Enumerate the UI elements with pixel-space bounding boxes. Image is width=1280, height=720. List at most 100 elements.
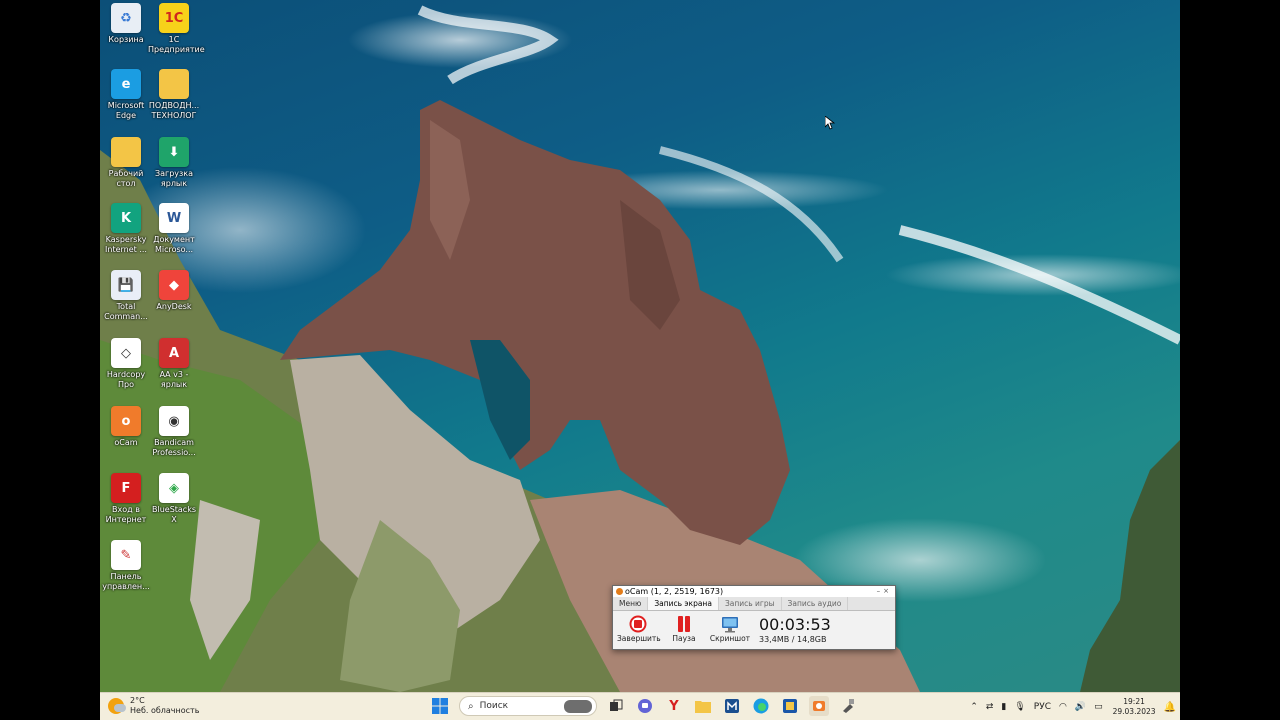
tray-app-icon[interactable]: ⇄: [986, 702, 994, 712]
clock-date: 29.03.2023: [1112, 707, 1156, 716]
screenshot-button[interactable]: Скриншот: [709, 614, 751, 644]
control-panel-icon: ✎: [111, 540, 141, 570]
bluestacks-icon: ◈: [159, 473, 189, 503]
total-commander-icon: 💾: [111, 270, 141, 300]
folder-desktop-icon: [111, 137, 141, 167]
microphone-icon[interactable]: 🎙: [1014, 702, 1025, 712]
desktop-icon-label: Корзина: [108, 35, 144, 44]
recycle-bin-shortcut[interactable]: ♻ Корзина: [100, 3, 152, 45]
taskbar-search[interactable]: ⌕ Поиск: [459, 696, 597, 716]
tray-monitor-icon[interactable]: ▮: [1001, 702, 1006, 712]
control-panel-shortcut[interactable]: ✎ Панель управлен...: [100, 540, 152, 592]
letterbox-left: [0, 0, 100, 720]
ocam-tab-bar: Меню Запись экрана Запись игры Запись ау…: [613, 597, 895, 611]
file-explorer-icon[interactable]: [693, 696, 713, 716]
taskbar: 2°C Неб. облачность ⌕ Поиск Y ⌃ ⇄ ▮ 🎙 РУ…: [100, 692, 1180, 720]
search-placeholder: Поиск: [479, 701, 509, 711]
stop-button[interactable]: Завершить: [617, 614, 661, 644]
system-tray: ⌃ ⇄ ▮ 🎙 РУС ◠ 🔊 ▭ 19:21 29.03.2023 🔔: [962, 693, 1176, 720]
volume-icon[interactable]: 🔊: [1075, 702, 1086, 712]
desktop-icon-label: Рабочий стол: [108, 169, 144, 188]
recycle-bin-icon: ♻: [111, 3, 141, 33]
desktop-icon-label: AnyDesk: [156, 302, 192, 311]
window-controls[interactable]: –×: [877, 586, 892, 597]
word-document-icon: W: [159, 203, 189, 233]
media-app-icon[interactable]: [722, 696, 742, 716]
store-icon[interactable]: [780, 696, 800, 716]
pause-label: Пауза: [672, 634, 696, 643]
hardcopy-icon: ◇: [111, 338, 141, 368]
hardcopy-shortcut[interactable]: ◇ Hardcopy Про: [100, 338, 152, 390]
folder-podvodn-shortcut[interactable]: ПОДВОДН... ТЕХНОЛОГ: [148, 69, 200, 121]
ocam-titlebar[interactable]: oCam (1, 2, 2519, 1673) –×: [613, 586, 895, 597]
bandicam-shortcut[interactable]: ◉ Bandicam Professio...: [148, 406, 200, 458]
download-shortcut-icon: ⬇: [159, 137, 189, 167]
desktop-icon-label: Total Comman...: [104, 302, 148, 321]
monitor-icon: [720, 614, 740, 634]
1c-enterprise-icon: 1С: [159, 3, 189, 33]
kaspersky-shortcut[interactable]: K Kaspersky Internet ...: [100, 203, 152, 255]
battery-icon[interactable]: ▭: [1094, 702, 1103, 712]
desktop-icon-label: oCam: [114, 438, 138, 447]
download-shortcut-shortcut[interactable]: ⬇ Загрузка ярлык: [148, 137, 200, 189]
tab-game-record[interactable]: Запись игры: [719, 597, 782, 610]
desktop-icon-label: Microsoft Edge: [107, 101, 145, 120]
microsoft-edge-icon: e: [111, 69, 141, 99]
weather-widget[interactable]: 2°C Неб. облачность: [108, 696, 199, 716]
stop-record-icon: [628, 614, 648, 634]
desktop-icon-label: Вход в Интернет: [105, 505, 147, 524]
tool-app-icon[interactable]: [838, 696, 858, 716]
chevron-up-icon[interactable]: ⌃: [970, 702, 978, 712]
desktop-icon-label: Документ Microso...: [153, 235, 195, 254]
language-indicator[interactable]: РУС: [1034, 702, 1051, 712]
tab-audio-record[interactable]: Запись аудио: [782, 597, 849, 610]
letterbox-right: [1180, 0, 1280, 720]
ocam-icon: o: [111, 406, 141, 436]
yandex-browser-icon[interactable]: Y: [664, 696, 684, 716]
bandicam-icon: ◉: [159, 406, 189, 436]
recording-size: 33,4MB / 14,8GB: [759, 635, 827, 644]
1c-enterprise-shortcut[interactable]: 1С 1С Предприятие: [148, 3, 205, 55]
internet-login-icon: F: [111, 473, 141, 503]
folder-desktop-shortcut[interactable]: Рабочий стол: [100, 137, 152, 189]
notification-bell-icon[interactable]: 🔔: [1164, 702, 1176, 713]
taskbar-apps: ⌕ Поиск Y: [430, 696, 867, 716]
edge-taskbar-icon[interactable]: [751, 696, 771, 716]
microsoft-edge-shortcut[interactable]: e Microsoft Edge: [100, 69, 152, 121]
pause-icon: [674, 614, 694, 634]
search-highlight-icon: [564, 700, 592, 713]
anydesk-icon: ◆: [159, 270, 189, 300]
ocam-title-text: oCam (1, 2, 2519, 1673): [625, 587, 724, 596]
bluestacks-shortcut[interactable]: ◈ BlueStacks X: [148, 473, 200, 525]
clock-time: 19:21: [1123, 697, 1145, 706]
aa-shortcut-shortcut[interactable]: A АА v3 - ярлык: [148, 338, 200, 390]
chat-icon[interactable]: [635, 696, 655, 716]
total-commander-shortcut[interactable]: 💾 Total Comman...: [100, 270, 152, 322]
desktop-icon-label: Hardcopy Про: [106, 370, 146, 389]
wifi-icon[interactable]: ◠: [1059, 702, 1067, 712]
desktop-icon-label: Kaspersky Internet ...: [105, 235, 147, 254]
desktop-icon-label: Загрузка ярлык: [154, 169, 194, 188]
ocam-taskbar-icon[interactable]: [809, 696, 829, 716]
start-button[interactable]: [430, 696, 450, 716]
desktop-icon-label: BlueStacks X: [151, 505, 197, 524]
tab-menu[interactable]: Меню: [613, 597, 649, 610]
task-view-icon[interactable]: [606, 696, 626, 716]
desktop-icon-label: Панель управлен...: [102, 572, 150, 591]
search-icon: ⌕: [468, 700, 474, 712]
ocam-shortcut[interactable]: o oCam: [100, 406, 152, 448]
clock[interactable]: 19:21 29.03.2023: [1113, 697, 1156, 717]
windows-logo-icon: [432, 698, 448, 714]
desktop-icon-label: Bandicam Professio...: [152, 438, 196, 457]
anydesk-shortcut[interactable]: ◆ AnyDesk: [148, 270, 200, 312]
ocam-controls: Завершить Пауза Скриншот 00:03:53 33,4MB…: [613, 611, 895, 645]
desktop-icon-label: ПОДВОДН... ТЕХНОЛОГ: [148, 101, 200, 120]
tab-screen-record[interactable]: Запись экрана: [648, 597, 719, 610]
weather-icon: [108, 698, 126, 714]
screenshot-label: Скриншот: [709, 634, 751, 643]
ocam-window[interactable]: oCam (1, 2, 2519, 1673) –× Меню Запись э…: [612, 585, 896, 650]
weather-desc: Неб. облачность: [130, 706, 200, 715]
pause-button[interactable]: Пауза: [663, 614, 705, 644]
internet-login-shortcut[interactable]: F Вход в Интернет: [100, 473, 152, 525]
word-document-shortcut[interactable]: W Документ Microso...: [148, 203, 200, 255]
